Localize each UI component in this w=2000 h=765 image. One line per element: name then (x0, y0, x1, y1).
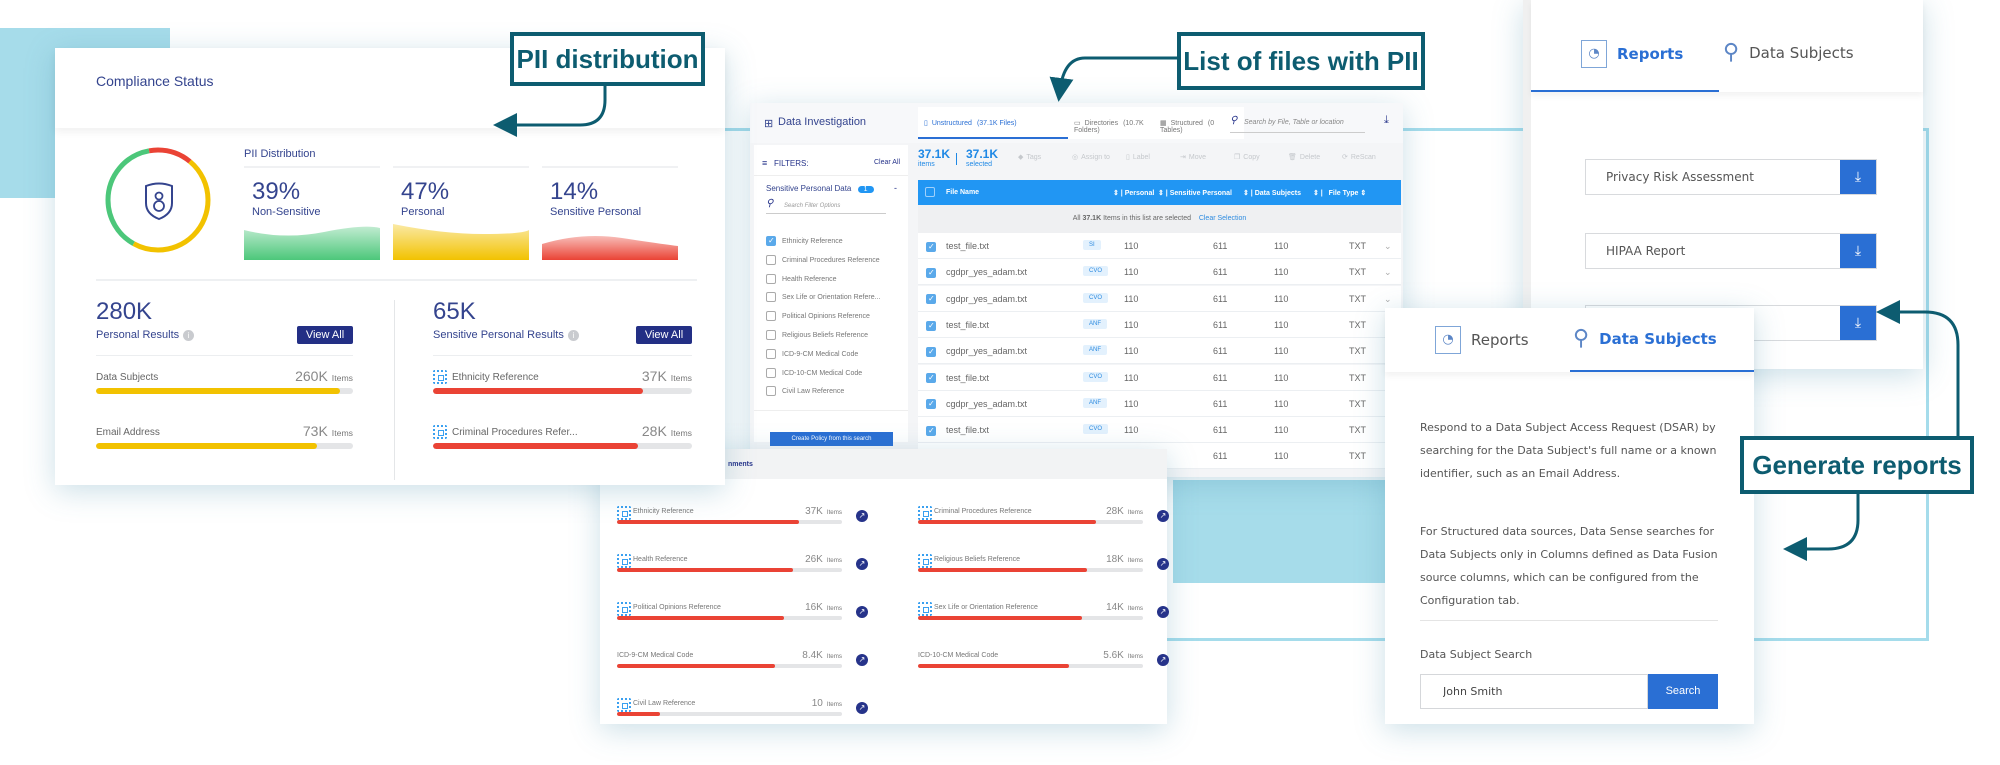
reports-down-arrow (1783, 494, 1860, 561)
callout-arrows (493, 56, 1960, 561)
reports-up-arrow (1876, 300, 1960, 436)
callout-generate-reports: Generate reports (1740, 436, 1974, 494)
callout-pii-distribution: PII distribution (510, 32, 705, 86)
callout-files-with-pii: List of files with PII (1177, 32, 1425, 90)
files-arrow (1049, 56, 1177, 102)
pii-arrow (493, 86, 607, 137)
